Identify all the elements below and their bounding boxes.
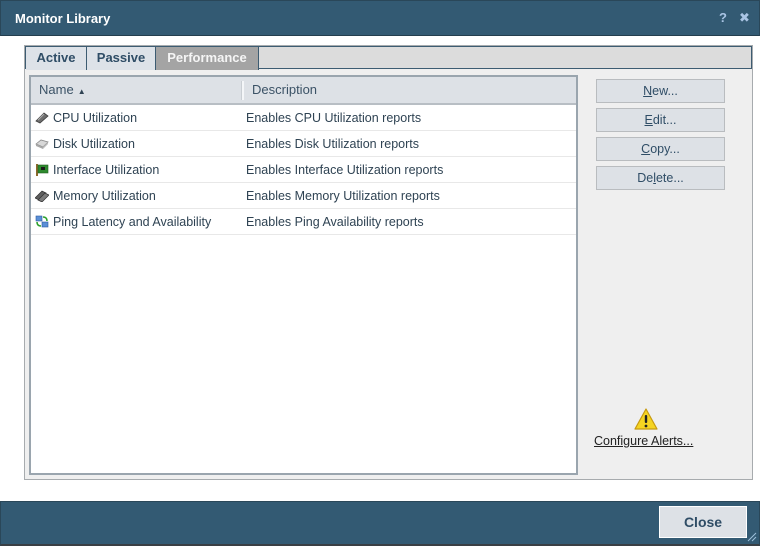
cpu-chip-icon xyxy=(35,112,49,124)
tab-performance[interactable]: Performance xyxy=(156,47,259,70)
column-header-name-label: Name xyxy=(39,82,74,97)
memory-module-icon xyxy=(35,190,49,202)
tab-strip: Active Passive Performance xyxy=(25,46,752,70)
new-button[interactable]: New... xyxy=(596,79,725,103)
edit-label: dit... xyxy=(652,113,677,127)
row-description: Enables Interface Utilization reports xyxy=(246,163,444,177)
warning-icon xyxy=(634,408,658,430)
table-row[interactable]: Ping Latency and Availability Enables Pi… xyxy=(31,209,576,235)
column-header-description[interactable]: Description xyxy=(252,82,317,97)
column-resize-handle[interactable] xyxy=(241,81,244,100)
copy-mnemonic: C xyxy=(641,142,651,156)
close-button[interactable]: Close xyxy=(659,506,747,538)
row-name: Ping Latency and Availability xyxy=(53,215,212,229)
table-row[interactable]: Disk Utilization Enables Disk Utilizatio… xyxy=(31,131,576,157)
table-row[interactable]: Interface Utilization Enables Interface … xyxy=(31,157,576,183)
table-header: Name ▲ Description xyxy=(31,77,576,105)
resize-grip-icon[interactable] xyxy=(745,530,757,542)
table-row[interactable]: CPU Utilization Enables CPU Utilization … xyxy=(31,105,576,131)
window-title: Monitor Library xyxy=(15,11,111,26)
tab-passive[interactable]: Passive xyxy=(87,47,156,70)
edit-mnemonic: E xyxy=(644,113,653,127)
network-card-icon xyxy=(36,164,49,176)
row-description: Enables Ping Availability reports xyxy=(246,215,424,229)
sort-ascending-icon: ▲ xyxy=(77,87,86,96)
delete-button[interactable]: Delete... xyxy=(596,166,725,190)
row-description: Enables Memory Utilization reports xyxy=(246,189,440,203)
ping-network-icon xyxy=(35,215,49,228)
monitor-table: Name ▲ Description CPU Utilization Enable… xyxy=(29,75,578,475)
table-row[interactable]: Memory Utilization Enables Memory Utiliz… xyxy=(31,183,576,209)
monitor-panel: Active Passive Performance Name ▲ Descrip… xyxy=(24,45,753,480)
copy-label: opy... xyxy=(650,142,680,156)
configure-alerts-link[interactable]: Configure Alerts... xyxy=(594,434,693,448)
row-name: Interface Utilization xyxy=(53,163,160,177)
row-description: Enables Disk Utilization reports xyxy=(246,137,419,151)
tab-active[interactable]: Active xyxy=(26,47,87,70)
close-icon[interactable]: ✖ xyxy=(739,10,750,26)
new-label: ew... xyxy=(652,84,678,98)
row-description: Enables CPU Utilization reports xyxy=(246,111,422,125)
disk-drive-icon xyxy=(35,139,49,149)
delete-label: ete... xyxy=(655,171,684,185)
edit-button[interactable]: Edit... xyxy=(596,108,725,132)
row-name: CPU Utilization xyxy=(53,111,138,125)
delete-label-pre: De xyxy=(637,171,654,185)
help-icon[interactable]: ? xyxy=(719,10,727,25)
row-name: Disk Utilization xyxy=(53,137,135,151)
new-mnemonic: N xyxy=(643,84,653,98)
footer-bar: Close xyxy=(0,501,760,546)
title-bar: Monitor Library ? ✖ xyxy=(0,0,760,36)
column-header-name[interactable]: Name ▲ xyxy=(39,82,86,97)
copy-button[interactable]: Copy... xyxy=(596,137,725,161)
row-name: Memory Utilization xyxy=(53,189,156,203)
